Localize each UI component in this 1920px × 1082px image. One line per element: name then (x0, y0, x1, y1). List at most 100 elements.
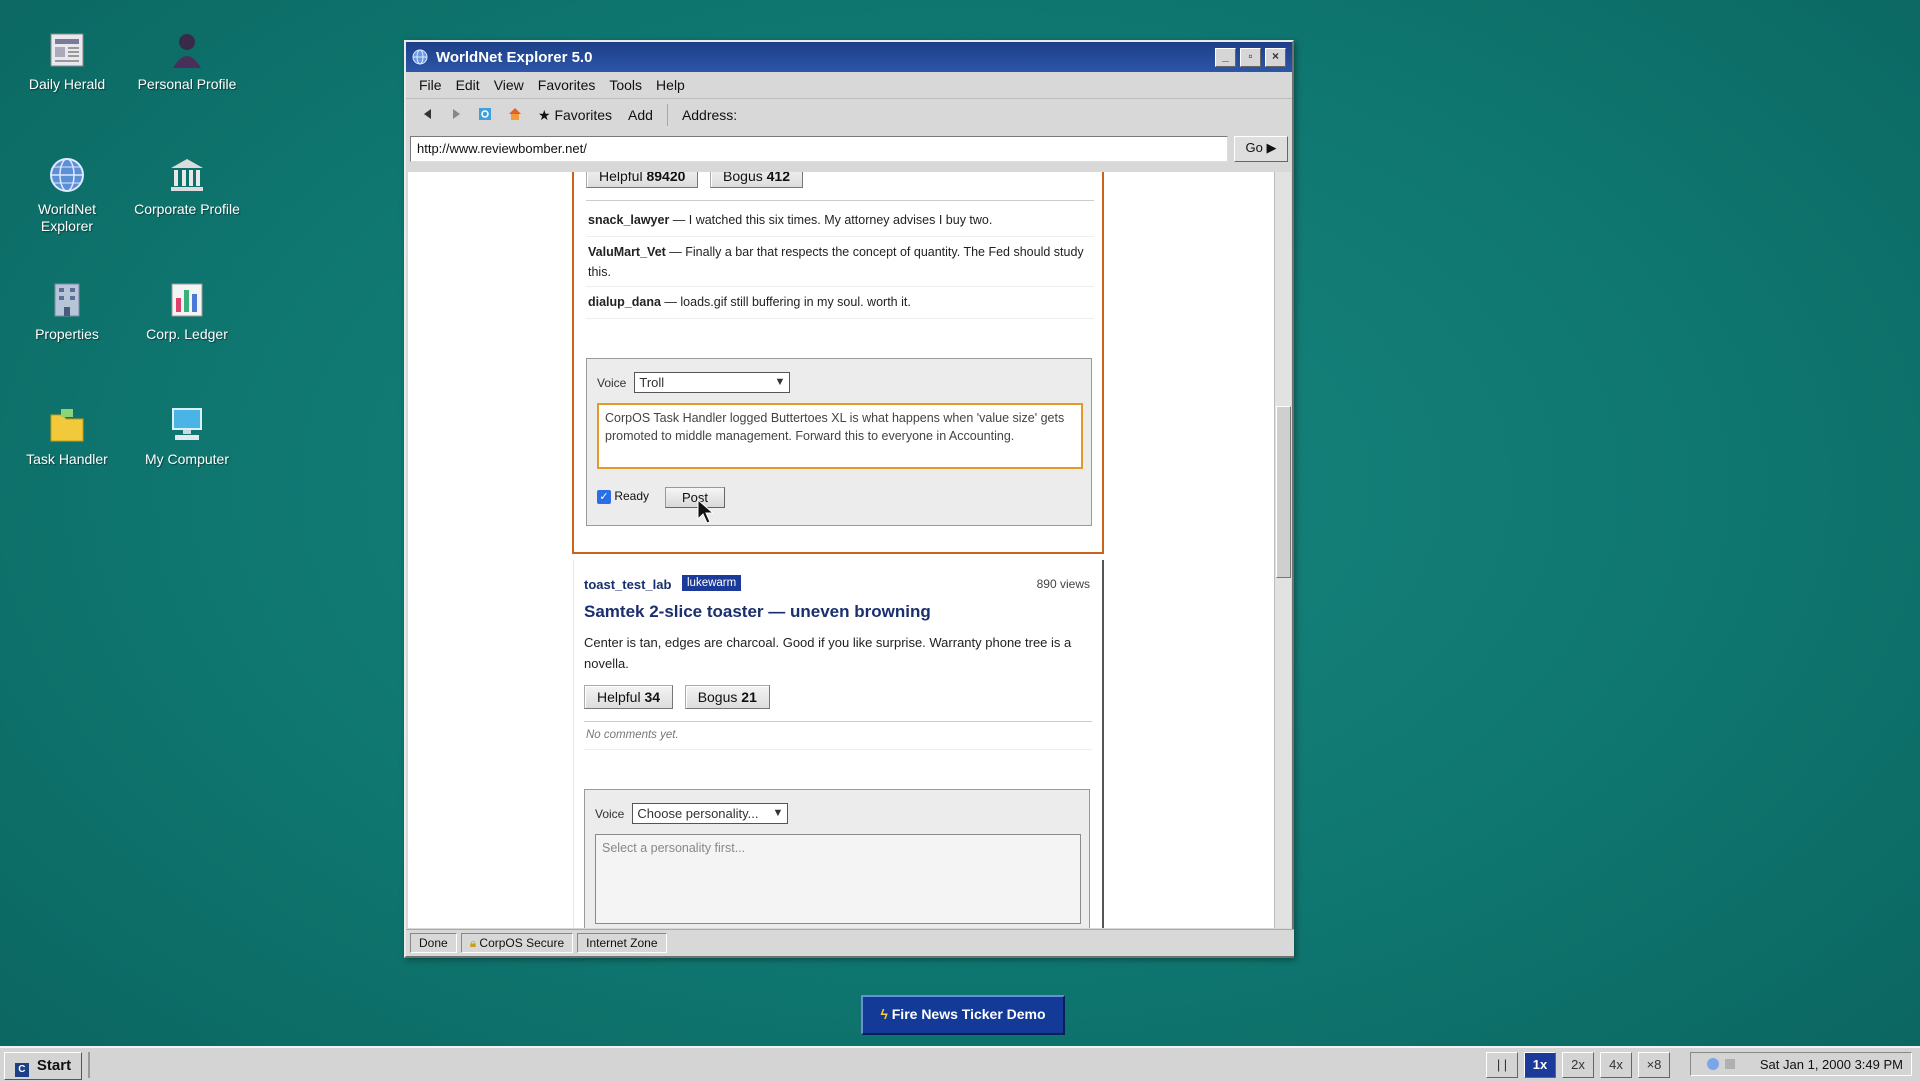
add-favorite-button[interactable]: Add (620, 107, 661, 123)
menu-help[interactable]: Help (649, 77, 692, 93)
window-titlebar[interactable]: WorldNet Explorer 5.0 _ ▫ × (406, 42, 1292, 72)
voice-select[interactable]: Troll ▼ (634, 372, 791, 393)
comment-user[interactable]: snack_lawyer (588, 213, 669, 227)
helpful-label: Helpful (597, 689, 641, 705)
speed-8x-button[interactable]: ×8 (1638, 1052, 1670, 1078)
post-button[interactable]: Post (665, 487, 726, 508)
speed-4x-button[interactable]: 4x (1600, 1052, 1632, 1078)
browser-window: WorldNet Explorer 5.0 _ ▫ × File Edit Vi… (404, 40, 1294, 958)
menu-edit[interactable]: Edit (449, 77, 487, 93)
desktop-icon-daily-herald[interactable]: Daily Herald (12, 30, 122, 93)
chevron-down-icon: ▼ (774, 376, 786, 388)
close-button[interactable]: × (1265, 47, 1286, 67)
speed-1x-button[interactable]: 1x (1524, 1052, 1556, 1078)
menu-file[interactable]: File (412, 77, 449, 93)
start-label: Start (36, 1057, 72, 1074)
menu-view[interactable]: View (487, 77, 531, 93)
desktop-icon-label: Properties (35, 326, 99, 342)
refresh-button[interactable] (470, 107, 500, 124)
fire-news-ticker-button[interactable]: ϟ Fire News Ticker Demo (861, 995, 1065, 1035)
comment-text: — I watched this six times. My attorney … (669, 213, 993, 227)
mouse-cursor-icon (697, 499, 715, 524)
newspaper-icon (50, 33, 84, 67)
desktop-icon-corp-ledger[interactable]: Corp. Ledger (132, 280, 242, 343)
comment-text: — loads.gif still buffering in my soul. … (660, 295, 911, 309)
volume-icon[interactable] (1725, 1059, 1735, 1069)
comment-user[interactable]: dialup_dana (588, 295, 661, 309)
start-logo-icon: C (14, 1063, 29, 1077)
comment-user[interactable]: ValuMart_Vet (588, 245, 666, 259)
helpful-button[interactable]: Helpful 34 (584, 685, 674, 709)
scrollbar-thumb[interactable] (1276, 406, 1291, 578)
menu-tools[interactable]: Tools (602, 77, 649, 93)
divider (586, 200, 1094, 201)
menu-bar: File Edit View Favorites Tools Help (406, 72, 1292, 98)
post-body: Center is tan, edges are charcoal. Good … (584, 635, 1072, 671)
globe-icon (50, 158, 84, 192)
speed-2x-button[interactable]: 2x (1562, 1052, 1594, 1078)
voice-label: Voice (597, 375, 627, 390)
forward-button[interactable] (442, 107, 470, 123)
desktop-icon-label: WorldNet Explorer (37, 201, 97, 234)
desktop-icon-personal-profile[interactable]: Personal Profile (132, 30, 242, 93)
desktop-icon-label: Personal Profile (137, 76, 237, 92)
bogus-button[interactable]: Bogus 412 (710, 172, 803, 188)
network-icon[interactable] (1707, 1058, 1719, 1070)
status-bar: Done 🔒︎ CorpOS Secure Internet Zone (406, 929, 1294, 956)
desktop-icon-corporate-profile[interactable]: Corporate Profile (132, 155, 242, 218)
system-tray: Sat Jan 1, 2000 3:49 PM (1690, 1052, 1912, 1076)
favorites-button[interactable]: ★ Favorites (530, 107, 620, 124)
heat-badge: lukewarm (682, 575, 742, 591)
comment: snack_lawyer — I watched this six times.… (588, 210, 1088, 230)
helpful-button[interactable]: Helpful 89420 (586, 172, 699, 188)
taskbar: C Start | | 1x 2x 4x ×8 Sat Jan 1, 2000 3… (0, 1046, 1920, 1082)
address-label: Address: (681, 107, 738, 123)
forward-arrow-icon (453, 109, 460, 119)
divider (586, 286, 1094, 287)
start-button[interactable]: C Start (4, 1052, 82, 1080)
ready-checkbox[interactable]: ✓ (597, 489, 611, 504)
vote-row: Helpful 34 Bogus 21 (584, 685, 778, 709)
comment-composer: Voice Troll ▼ CorpOS Task Handler logged … (586, 358, 1092, 526)
desktop-icon-label: Corp. Ledger (146, 326, 228, 342)
ready-row: ✓ Ready (597, 489, 649, 504)
post-title[interactable]: Samtek 2-slice toaster — uneven browning (584, 602, 931, 622)
voice-select-value: Troll (639, 375, 665, 390)
desktop-icon-label: Daily Herald (28, 76, 106, 92)
voice-select[interactable]: Choose personality... ▼ (632, 803, 789, 824)
comment-textarea[interactable]: CorpOS Task Handler logged Buttertoes XL… (597, 403, 1083, 469)
bogus-count: 21 (741, 689, 757, 705)
vote-row: Helpful 89420 Bogus 412 (586, 172, 811, 188)
vertical-scrollbar[interactable] (1274, 172, 1291, 928)
desktop-icon-task-handler[interactable]: Task Handler (12, 405, 122, 468)
clock[interactable]: Sat Jan 1, 2000 3:49 PM (1760, 1057, 1903, 1072)
computer-icon (172, 408, 202, 440)
bogus-button[interactable]: Bogus 21 (684, 685, 770, 709)
home-button[interactable] (500, 107, 530, 124)
ready-label: Ready (614, 489, 650, 503)
speed-controls: | | 1x 2x 4x ×8 (1480, 1052, 1670, 1078)
no-comments-text: No comments yet. (586, 729, 679, 741)
pause-button[interactable]: | | (1486, 1052, 1518, 1078)
post-author[interactable]: toast_test_lab (584, 577, 671, 592)
maximize-button[interactable]: ▫ (1240, 47, 1261, 67)
voice-select-value: Choose personality... (637, 806, 759, 821)
status-zone: Internet Zone (577, 933, 667, 953)
review-card-active: Helpful 89420 Bogus 412 snack_lawyer — I… (572, 172, 1104, 554)
address-input[interactable]: http://www.reviewbomber.net/ (410, 136, 1228, 162)
address-bar: http://www.reviewbomber.net/ Go ▶ (406, 131, 1292, 167)
page-viewport: Helpful 89420 Bogus 412 snack_lawyer — I… (408, 172, 1274, 928)
status-security: 🔒︎ CorpOS Secure (460, 933, 574, 953)
go-button[interactable]: Go ▶ (1234, 136, 1288, 162)
toolbar-separator (666, 104, 668, 126)
divider (586, 236, 1094, 237)
back-button[interactable] (414, 107, 442, 123)
desktop-icon-properties[interactable]: Properties (12, 280, 122, 343)
comment-textarea-disabled[interactable]: Select a personality first... (595, 834, 1081, 924)
menu-favorites[interactable]: Favorites (531, 77, 603, 93)
window-title: WorldNet Explorer 5.0 (436, 48, 593, 66)
minimize-button[interactable]: _ (1215, 47, 1236, 67)
desktop-icon-worldnet-explorer[interactable]: WorldNet Explorer (12, 155, 122, 235)
desktop-icon-my-computer[interactable]: My Computer (132, 405, 242, 468)
helpful-count: 89420 (646, 172, 686, 184)
